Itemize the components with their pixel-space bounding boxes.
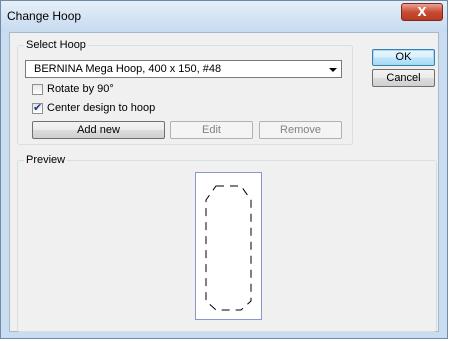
add-new-button[interactable]: Add new xyxy=(32,121,165,139)
cancel-button[interactable]: Cancel xyxy=(372,69,435,87)
hoop-preview xyxy=(195,172,262,320)
rotate-label: Rotate by 90° xyxy=(47,83,114,95)
checkmark-icon: ✔ xyxy=(33,101,43,114)
center-checkbox[interactable]: ✔ xyxy=(32,101,43,114)
rotate-checkbox-row[interactable]: Rotate by 90° xyxy=(32,83,152,98)
chevron-down-icon[interactable] xyxy=(329,68,337,72)
preview-label: Preview xyxy=(24,154,68,166)
rotate-checkbox[interactable] xyxy=(32,84,43,95)
title-bar[interactable]: Change Hoop X xyxy=(1,1,447,31)
hoop-select-value: BERNINA Mega Hoop, 400 x 150, #48 xyxy=(34,63,222,75)
edit-button[interactable]: Edit xyxy=(170,121,253,139)
center-checkbox-row[interactable]: ✔ Center design to hoop xyxy=(32,101,172,117)
close-x-icon: X xyxy=(417,5,427,19)
ok-button[interactable]: OK xyxy=(372,49,435,66)
design-outline xyxy=(205,185,252,311)
close-button[interactable]: X xyxy=(401,3,443,21)
remove-button[interactable]: Remove xyxy=(259,121,342,139)
hoop-select[interactable]: BERNINA Mega Hoop, 400 x 150, #48 xyxy=(25,60,342,78)
select-hoop-label: Select Hoop xyxy=(24,39,88,51)
window-title: Change Hoop xyxy=(7,9,82,23)
center-label: Center design to hoop xyxy=(47,102,156,114)
design-stitch-path xyxy=(205,185,252,311)
